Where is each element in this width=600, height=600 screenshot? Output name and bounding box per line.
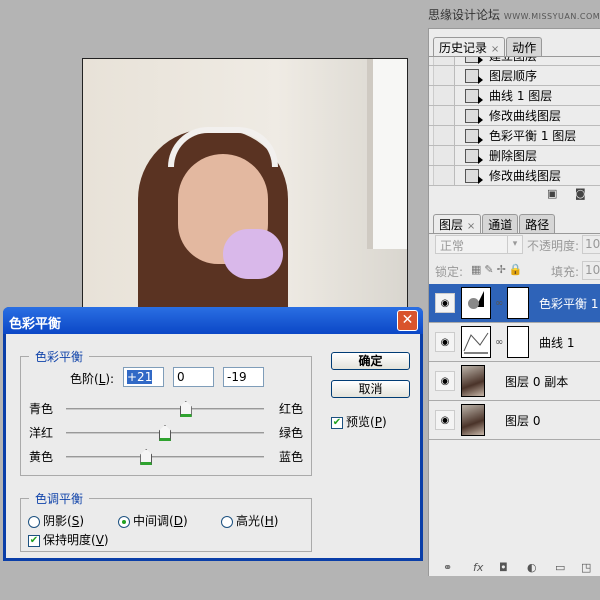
history-item[interactable]: 曲线 1 图层 [429,86,600,106]
fx-icon[interactable]: fx [473,561,483,574]
adjustment-layer-icon[interactable]: ◐ [527,561,537,574]
radio-highlights[interactable]: 高光(H) [221,512,278,529]
color-balance-dialog: 色彩平衡 ✕ 色彩平衡 色阶(L): +21 0 -19 青色 红色 洋红 绿色 … [3,307,423,561]
lock-label: 锁定: [435,265,464,279]
history-item[interactable]: 图层顺序 [429,66,600,86]
lock-icons[interactable]: ▦✎✢🔒 [471,263,526,276]
history-state-icon [465,148,483,164]
layer-0[interactable]: ◉ 图层 0 [429,401,600,440]
radio-midtones[interactable]: 中间调(D) [118,512,188,529]
fill-label: 填充: [551,265,580,279]
history-item[interactable]: 色彩平衡 1 图层 [429,126,600,146]
dialog-titlebar[interactable]: 色彩平衡 ✕ [3,307,423,334]
yellow-blue-slider[interactable] [66,449,264,465]
snapshot-camera-icon[interactable]: ◙ [575,187,586,200]
opacity-label: 不透明度: [527,239,580,253]
history-tabs: 历史记录 × 动作 [433,37,543,56]
add-mask-icon[interactable]: ◘ [499,561,508,574]
slider-label-cyan: 青色 [29,402,54,416]
color-balance-thumbnail-icon [461,287,491,319]
layer-thumbnail [461,404,485,436]
layer-mask[interactable] [507,287,529,319]
radio-shadows[interactable]: 阴影(S) [28,512,84,529]
preview-checkbox[interactable]: ✔ 预览(P) [331,413,387,430]
eye-icon[interactable]: ◉ [435,332,455,352]
slider-label-red: 红色 [279,402,304,416]
cyan-red-slider[interactable] [66,401,264,417]
tab-history[interactable]: 历史记录 × [433,37,506,56]
slider-label-green: 绿色 [279,426,304,440]
history-item[interactable]: 建立图层 [429,57,600,66]
opacity-input[interactable]: 100 [582,235,600,254]
new-document-icon[interactable]: ▣ [547,187,557,200]
link-layers-icon[interactable]: ⚭ [443,561,452,574]
history-state-icon [465,168,483,184]
history-state-icon [465,57,483,64]
curves-thumbnail-icon [461,326,491,358]
history-item[interactable]: 修改曲线图层 [429,106,600,126]
close-button[interactable]: ✕ [397,310,418,331]
eye-icon[interactable]: ◉ [435,410,455,430]
layer-thumbnail [461,365,485,397]
preserve-luminosity-checkbox[interactable]: ✔ 保持明度(V) [28,531,109,548]
panels: 历史记录 × 动作 建立图层 图层顺序 曲线 1 图层 修改曲线图层 色彩平衡 … [428,28,600,576]
layer-curves[interactable]: ◉ ∞ 曲线 1 [429,323,600,362]
layer-copy[interactable]: ◉ 图层 0 副本 [429,362,600,401]
tab-actions[interactable]: 动作 [506,37,543,56]
eye-icon[interactable]: ◉ [435,371,455,391]
cancel-button[interactable]: 取消 [331,380,410,398]
history-state-icon [465,68,483,84]
level-yellow-blue-input[interactable]: -19 [223,367,264,387]
layers-tabs: 图层 × 通道 路径 [433,214,556,233]
layer-color-balance[interactable]: ◉ ∞ 色彩平衡 1 [429,284,600,323]
tab-layers[interactable]: 图层 × [433,214,482,233]
blend-mode-select[interactable]: 正常 ▾ [435,235,523,254]
levels-label: 色阶(L): [70,372,115,386]
history-item[interactable]: 删除图层 [429,146,600,166]
history-item[interactable]: 修改曲线图层 [429,166,600,186]
watermark: 思缘设计论坛 WWW.MISSYUAN.COM [428,8,600,22]
fill-input[interactable]: 100 [582,261,600,280]
eye-icon[interactable]: ◉ [435,293,455,313]
history-state-icon [465,88,483,104]
magenta-green-slider[interactable] [66,425,264,441]
layer-mask[interactable] [507,326,529,358]
slider-label-blue: 蓝色 [279,450,304,464]
document-canvas[interactable] [82,58,408,308]
group-folder-icon[interactable]: ▭ [555,561,565,574]
level-magenta-green-input[interactable]: 0 [173,367,214,387]
link-icon: ∞ [495,297,504,309]
tab-paths[interactable]: 路径 [519,214,556,233]
history-state-icon [465,108,483,124]
level-cyan-red-input[interactable]: +21 [123,367,164,387]
history-state-icon [465,128,483,144]
ok-button[interactable]: 确定 [331,352,410,370]
slider-label-yellow: 黄色 [29,450,54,464]
slider-label-magenta: 洋红 [29,426,54,440]
tab-channels[interactable]: 通道 [482,214,519,233]
new-layer-icon[interactable]: ◳ [581,561,591,574]
link-icon: ∞ [495,336,504,348]
